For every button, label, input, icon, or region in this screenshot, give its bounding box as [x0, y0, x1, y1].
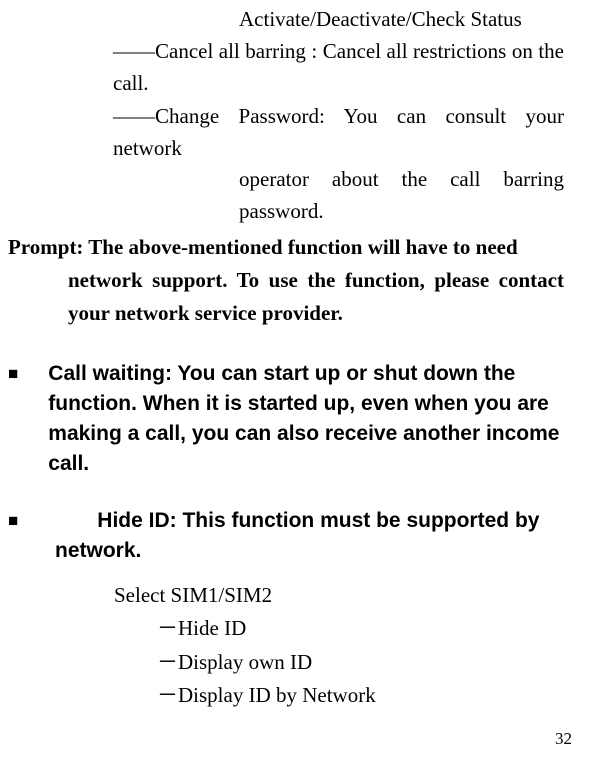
status-line: Activate/Deactivate/Check Status [0, 4, 564, 34]
cancel-barring-item: ――Cancel all barring : Cancel all restri… [0, 36, 564, 99]
change-password-line1: ――Change Password: You can consult your … [0, 101, 564, 164]
bullet-icon: ■ [8, 362, 18, 478]
option-display-own: －Display own ID [0, 647, 564, 679]
call-waiting-text: Call waiting: You can start up or shut d… [48, 359, 564, 478]
hide-id-bullet: ■ Hide ID: This function must be support… [8, 506, 564, 566]
document-content: Activate/Deactivate/Check Status ――Cance… [0, 0, 564, 712]
change-password-line2: operator about the call barring password… [0, 164, 564, 227]
hide-id-text-2: network. [8, 536, 564, 566]
call-waiting-section: ■ Call waiting: You can start up or shut… [0, 359, 564, 478]
bullet-icon: ■ [8, 509, 18, 536]
prompt-line1: Prompt: The above-mentioned function wil… [0, 231, 564, 264]
hide-id-section: ■ Hide ID: This function must be support… [0, 506, 564, 566]
hide-id-text-1: Hide ID: This function must be supported… [97, 506, 539, 536]
call-waiting-bullet: ■ Call waiting: You can start up or shut… [8, 359, 564, 478]
option-hide-id: －Hide ID [0, 613, 564, 645]
option-display-network: －Display ID by Network [0, 680, 564, 712]
prompt-line2: network support. To use the function, pl… [0, 264, 564, 329]
select-sim: Select SIM1/SIM2 [0, 580, 564, 612]
page-number: 32 [555, 729, 572, 749]
